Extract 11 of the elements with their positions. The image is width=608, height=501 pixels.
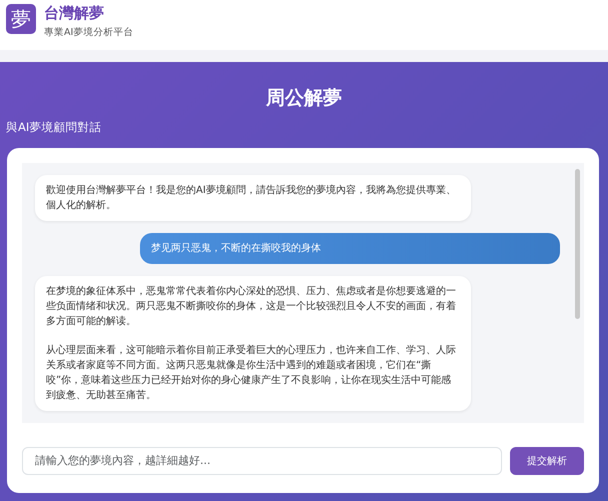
bot-message: 在梦境的象征体系中，恶鬼常常代表着你内心深处的恐惧、压力、焦虑或者是你想要逃避的一些负面情绪和状况。两只恶鬼不断撕咬你的身体，这是一个比较强烈且令人不安的画面，有着多方面可能的解读。 从心理层面来看，这可能暗示着你目前正承受着巨大的心理压力，也许来自工作、学习、人际关系或者家庭等不同方面。这两只恶鬼就像是你生活中遇到的难题或者困境，它们在“撕咬”你，意味着这些压力已经开始对你的身心健康产生了不良影响，让你在现实生活中可能感到疲惫、无助甚至痛苦。 [35,276,471,411]
site-subtitle: 專業AI夢境分析平台 [44,26,134,40]
scrollbar-thumb[interactable] [575,168,580,319]
user-message: 梦见两只恶鬼，不断的在撕咬我的身体 [140,232,560,264]
logo-icon: 夢 [6,4,36,34]
submit-button[interactable]: 提交解析 [510,446,584,475]
page-title: 周公解夢 [264,86,343,111]
site-title: 台灣解夢 [44,4,105,22]
bot-message: 歡迎使用台灣解夢平台！我是您的AI夢境顧問，請告訴我您的夢境內容，我將為您提供專業、個人化的解析。 [35,174,471,221]
page-subtitle: 與AI夢境顧問對話 [5,118,102,136]
message-input-field[interactable]: 請輸入您的夢境內容，越詳細越好... [22,446,502,475]
